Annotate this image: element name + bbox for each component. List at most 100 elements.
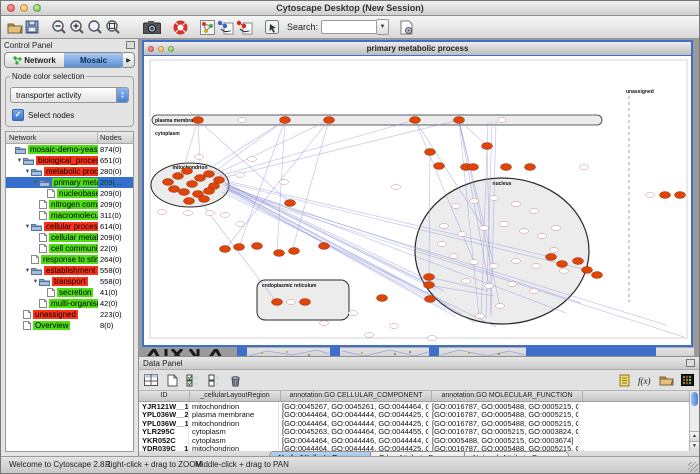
graph-node[interactable]	[462, 279, 471, 284]
graph-node[interactable]	[476, 314, 485, 319]
zoom-selected-icon[interactable]	[105, 18, 121, 36]
background-window-edge[interactable]	[526, 347, 656, 356]
graph-node[interactable]	[470, 260, 479, 265]
graph-node-selected[interactable]	[272, 299, 283, 306]
tab-network[interactable]: Network	[5, 53, 64, 67]
graph-node-selected[interactable]	[525, 164, 536, 171]
graph-node[interactable]	[349, 311, 358, 316]
graph-node[interactable]	[646, 193, 655, 198]
zoom-in-icon[interactable]	[69, 18, 85, 36]
table-row[interactable]: YJR121W__1mitochondrion[GO:0045267, GO:0…	[139, 402, 689, 411]
graph-node[interactable]	[438, 242, 447, 247]
graph-node[interactable]	[520, 229, 529, 234]
graph-node[interactable]	[560, 269, 569, 274]
table-column-header[interactable]: ID	[139, 391, 190, 401]
graph-node[interactable]	[580, 165, 589, 170]
graph-node[interactable]	[530, 209, 539, 214]
graph-node-selected[interactable]	[187, 181, 198, 188]
tree-expander-icon[interactable]: ▼	[16, 158, 23, 164]
graph-node[interactable]	[490, 264, 499, 269]
graph-node-selected[interactable]	[425, 149, 436, 156]
graph-node[interactable]	[512, 202, 521, 207]
background-window-preview[interactable]	[247, 347, 330, 356]
float-panel-icon[interactable]	[126, 41, 135, 49]
select-nodes-checkbox[interactable]: ✓	[12, 109, 24, 121]
graph-node-selected[interactable]	[454, 117, 465, 124]
tree-expander-icon[interactable]: ▼	[24, 224, 31, 230]
tree-row[interactable]: ▼cellular process614(0)	[6, 221, 133, 232]
graph-node-selected[interactable]	[182, 168, 193, 175]
graph-node-selected[interactable]	[319, 243, 330, 250]
graph-node-selected[interactable]	[220, 246, 231, 253]
unselect-attributes-icon[interactable]	[206, 373, 222, 388]
import-network-blue-icon[interactable]	[217, 18, 234, 36]
tree-expander-icon[interactable]: ▼	[24, 268, 31, 274]
graph-node-selected[interactable]	[501, 164, 512, 171]
table-row[interactable]: YKR052Ccytoplasm[GO:0044464, GO:0044446,…	[139, 436, 689, 445]
resize-grip[interactable]	[688, 462, 698, 472]
float-data-panel-icon[interactable]	[686, 359, 695, 367]
new-attribute-icon[interactable]	[164, 373, 180, 388]
tree-row[interactable]: nucleobase-209(0)	[6, 188, 133, 199]
graph-node[interactable]	[428, 336, 437, 341]
network-overview-icon[interactable]	[200, 18, 215, 36]
graph-node[interactable]	[470, 199, 479, 204]
tree-expander-icon[interactable]: ▼	[32, 180, 39, 186]
graph-node-selected[interactable]	[163, 179, 174, 186]
scroll-up-icon[interactable]: ▲	[690, 431, 699, 441]
graph-node[interactable]	[287, 300, 296, 305]
tree-row[interactable]: ▼primary metabo209(...	[6, 177, 133, 188]
zoom-out-icon[interactable]	[51, 18, 67, 36]
tree-row[interactable]: ▼transport558(0)	[6, 276, 133, 287]
scroll-down-icon[interactable]: ▼	[690, 441, 699, 451]
tree-row[interactable]: unassigned223(0)	[6, 309, 133, 320]
delete-attribute-icon[interactable]	[227, 373, 243, 388]
graph-node-selected[interactable]	[274, 250, 285, 257]
tree-row[interactable]: cell communicat22(0)	[6, 243, 133, 254]
tree-row[interactable]: multi-organism pro42(0)	[6, 298, 133, 309]
graph-node-selected[interactable]	[546, 254, 557, 261]
table-column-header[interactable]: annotation.GO CELLULAR_COMPONENT	[281, 391, 432, 401]
graph-node-selected[interactable]	[410, 117, 421, 124]
graph-node-selected[interactable]	[424, 274, 435, 281]
graph-node-selected[interactable]	[557, 261, 568, 268]
graph-node[interactable]	[550, 248, 559, 253]
network-view-window[interactable]: primary metabolic process plasm	[142, 40, 693, 347]
tree-row[interactable]: macromolecule311(0)	[6, 210, 133, 221]
graph-node[interactable]	[440, 224, 449, 229]
graph-node[interactable]	[500, 222, 509, 227]
graph-node[interactable]	[158, 210, 167, 215]
graph-node[interactable]	[480, 226, 489, 231]
table-scrollbar[interactable]: ▲ ▼	[689, 391, 699, 451]
background-window-glyphs[interactable]	[142, 347, 237, 356]
graph-node-selected[interactable]	[324, 117, 335, 124]
open-icon[interactable]	[7, 18, 23, 36]
graph-node[interactable]	[206, 211, 215, 216]
table-column-header[interactable]: _cellularLayoutRegion	[190, 391, 281, 401]
graph-node[interactable]	[508, 282, 517, 287]
graph-node[interactable]	[485, 284, 494, 289]
graph-node[interactable]	[195, 155, 204, 160]
network-window-titlebar[interactable]: primary metabolic process	[144, 42, 691, 56]
graph-node-selected[interactable]	[434, 163, 445, 170]
graph-node-selected[interactable]	[468, 164, 479, 171]
tab-mosaic[interactable]: Mosaic	[64, 53, 123, 67]
graph-node[interactable]	[490, 196, 499, 201]
search-dropdown-icon[interactable]: ▼	[377, 19, 389, 35]
tree-row[interactable]: cellular metabol209(0)	[6, 232, 133, 243]
tree-row[interactable]: response to stimul264(0)	[6, 254, 133, 265]
graph-node[interactable]	[530, 289, 539, 294]
tree-row[interactable]: mosaic-demo-yeast874(0)	[6, 144, 133, 155]
graph-node-selected[interactable]	[592, 272, 603, 279]
graph-node[interactable]	[390, 324, 399, 329]
import-attributes-icon[interactable]	[658, 373, 674, 388]
graph-node-selected[interactable]	[204, 188, 215, 195]
attribute-table-header[interactable]: ID_cellularLayoutRegionannotation.GO CEL…	[139, 391, 689, 402]
tree-expander-icon[interactable]: ▼	[32, 279, 39, 285]
heatmap-icon[interactable]	[679, 373, 695, 388]
graph-node-selected[interactable]	[214, 177, 225, 184]
save-icon[interactable]	[25, 18, 39, 36]
attribute-checklist-icon[interactable]	[185, 373, 201, 388]
graph-node-selected[interactable]	[300, 299, 311, 306]
graph-node[interactable]	[452, 204, 461, 209]
